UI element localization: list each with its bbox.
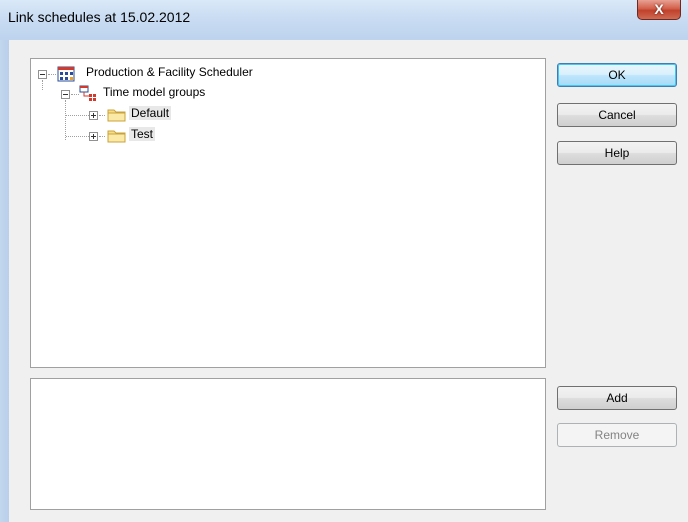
- window-title: Link schedules at 15.02.2012: [8, 9, 191, 25]
- scheduler-app-icon: [57, 66, 75, 82]
- tree-connector: [65, 100, 66, 140]
- tree-connector: [42, 80, 43, 90]
- tree-group-label[interactable]: Time model groups: [101, 85, 207, 99]
- default-expand-toggle[interactable]: [89, 111, 98, 120]
- group-collapse-toggle[interactable]: [61, 90, 70, 99]
- tree-item-default[interactable]: Default: [129, 106, 172, 120]
- tree-connector: [66, 115, 89, 116]
- title-bar: Link schedules at 15.02.2012 X: [0, 0, 688, 40]
- tree-connector: [48, 74, 56, 75]
- cancel-button[interactable]: Cancel: [557, 103, 677, 127]
- close-button[interactable]: X: [637, 0, 681, 20]
- add-button[interactable]: Add: [557, 386, 677, 410]
- window-frame-left: [0, 40, 9, 522]
- remove-button: Remove: [557, 423, 677, 447]
- help-button[interactable]: Help: [557, 141, 677, 165]
- linked-schedules-list[interactable]: [30, 378, 546, 510]
- root-collapse-toggle[interactable]: [38, 70, 47, 79]
- test-expand-toggle[interactable]: [89, 132, 98, 141]
- tree-item-test[interactable]: Test: [129, 127, 156, 141]
- folder-icon: [107, 109, 126, 122]
- tree-connector: [66, 136, 89, 137]
- folder-icon: [107, 130, 126, 143]
- close-icon: X: [654, 1, 664, 17]
- tree-connector: [99, 115, 105, 116]
- tree-connector: [71, 94, 79, 95]
- schedule-tree-view[interactable]: Production & Facility Scheduler Time mod…: [30, 58, 546, 368]
- tree-connector: [99, 136, 105, 137]
- ok-button[interactable]: OK: [557, 63, 677, 87]
- tree-root-label[interactable]: Production & Facility Scheduler: [84, 65, 255, 79]
- time-model-groups-icon: [79, 85, 96, 101]
